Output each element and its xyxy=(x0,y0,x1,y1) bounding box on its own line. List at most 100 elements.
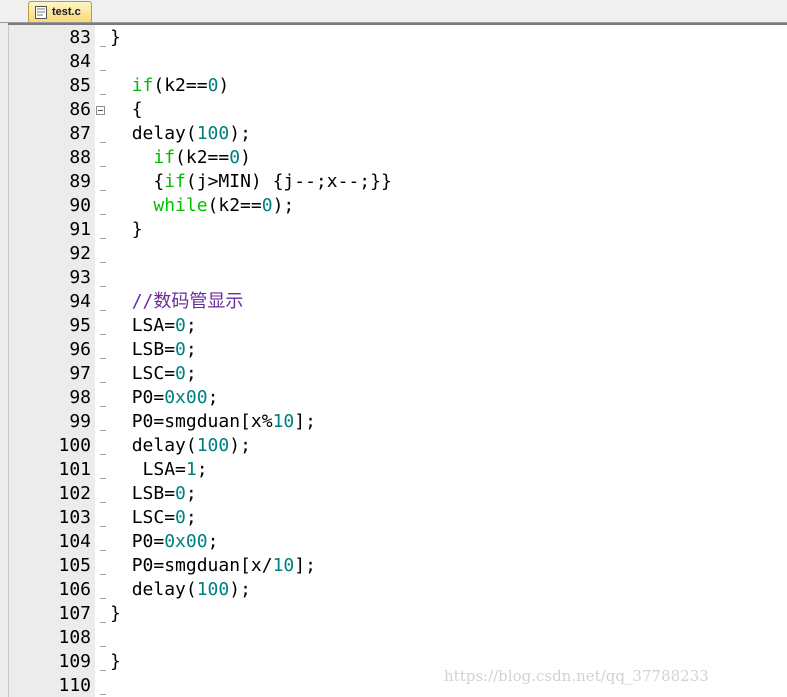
code-line[interactable]: 108 xyxy=(0,626,787,650)
code-line[interactable]: 91 } xyxy=(0,218,787,242)
code-line[interactable]: 85 if(k2==0) xyxy=(0,74,787,98)
code-text: LSA=0; xyxy=(110,314,197,338)
code-line[interactable]: 86 { xyxy=(0,98,787,122)
line-number: 94 xyxy=(69,291,91,312)
code-line[interactable]: 105 P0=smgduan[x/10]; xyxy=(0,554,787,578)
code-line[interactable]: 93 xyxy=(0,266,787,290)
code-token: ) xyxy=(218,75,230,96)
code-token: P0= xyxy=(131,531,165,552)
code-token: ); xyxy=(272,195,295,216)
code-text: } xyxy=(110,650,121,674)
code-line[interactable]: 97 LSC=0; xyxy=(0,362,787,386)
code-line[interactable]: 104 P0=0x00; xyxy=(0,530,787,554)
code-token: P0=smgduan[x% xyxy=(131,411,273,432)
code-token: P0= xyxy=(131,387,165,408)
line-number: 86 xyxy=(69,99,91,120)
code-text: P0=smgduan[x%10]; xyxy=(110,410,316,434)
line-number: 93 xyxy=(69,267,91,288)
code-text: delay(100); xyxy=(110,434,251,458)
code-line[interactable]: 98 P0=0x00; xyxy=(0,386,787,410)
line-number: 104 xyxy=(58,531,91,552)
fold-line-marker xyxy=(100,238,106,239)
code-token: LSA= xyxy=(142,459,186,480)
code-token: (k2== xyxy=(175,147,230,168)
code-token: LSC= xyxy=(131,363,176,384)
line-number: 92 xyxy=(69,243,91,264)
keyword-token: if xyxy=(164,171,186,192)
fold-line-marker xyxy=(100,70,106,71)
code-text: P0=0x00; xyxy=(110,386,219,410)
number-token: 0 xyxy=(229,147,241,168)
code-token: ; xyxy=(185,315,197,336)
code-line[interactable]: 96 LSB=0; xyxy=(0,338,787,362)
code-token: delay( xyxy=(131,435,197,456)
line-number: 99 xyxy=(69,411,91,432)
code-line[interactable]: 83} xyxy=(0,26,787,50)
line-number: 106 xyxy=(58,579,91,600)
number-token: 100 xyxy=(196,435,230,456)
line-number: 85 xyxy=(69,75,91,96)
fold-line-marker xyxy=(100,166,106,167)
code-line[interactable]: 89 {if(j>MIN) {j--;x--;}} xyxy=(0,170,787,194)
watermark: https://blog.csdn.net/qq_37788233 xyxy=(444,667,709,685)
fold-line-marker xyxy=(100,214,106,215)
code-line[interactable]: 107} xyxy=(0,602,787,626)
line-number: 98 xyxy=(69,387,91,408)
number-token: 0 xyxy=(175,339,186,360)
code-token: ; xyxy=(196,459,208,480)
code-token: ; xyxy=(185,483,197,504)
code-line[interactable]: 88 if(k2==0) xyxy=(0,146,787,170)
code-editor[interactable]: 83} 84 85 if(k2==0) 86 {87 delay(100); 88 if… xyxy=(0,23,787,697)
code-line[interactable]: 102 LSB=0; xyxy=(0,482,787,506)
line-number: 109 xyxy=(58,651,91,672)
number-token: 1 xyxy=(185,459,197,480)
fold-line-marker xyxy=(100,406,106,407)
line-number: 101 xyxy=(58,459,91,480)
line-number: 110 xyxy=(58,675,91,696)
code-text: } xyxy=(110,602,121,626)
fold-line-marker xyxy=(100,550,106,551)
line-number: 91 xyxy=(69,219,91,240)
code-text: P0=0x00; xyxy=(110,530,219,554)
code-text: { xyxy=(110,98,143,122)
tab-test-c[interactable]: test.c xyxy=(28,1,92,22)
code-text: LSB=0; xyxy=(110,482,197,506)
number-token: 10 xyxy=(272,555,295,576)
fold-line-marker xyxy=(100,142,106,143)
code-line[interactable]: 84 xyxy=(0,50,787,74)
code-line[interactable]: 87 delay(100); xyxy=(0,122,787,146)
code-line[interactable]: 94 //数码管显示 xyxy=(0,290,787,314)
number-token: 0 xyxy=(175,315,186,336)
code-line[interactable]: 92 xyxy=(0,242,787,266)
code-token: ; xyxy=(207,387,219,408)
code-token: { xyxy=(153,171,165,192)
fold-line-marker xyxy=(100,262,106,263)
code-line[interactable]: 103 LSC=0; xyxy=(0,506,787,530)
code-line[interactable]: 106 delay(100); xyxy=(0,578,787,602)
code-token: } xyxy=(110,651,121,672)
tab-bar: test.c xyxy=(0,0,787,23)
code-line[interactable]: 101 LSA=1; xyxy=(0,458,787,482)
code-line[interactable]: 99 P0=smgduan[x%10]; xyxy=(0,410,787,434)
fold-line-marker xyxy=(100,478,106,479)
fold-line-marker xyxy=(100,286,106,287)
line-number: 97 xyxy=(69,363,91,384)
fold-line-marker xyxy=(100,502,106,503)
comment-token: //数码管显示 xyxy=(131,291,244,312)
fold-line-marker xyxy=(100,310,106,311)
c-file-icon xyxy=(35,5,47,19)
number-token: 100 xyxy=(196,123,230,144)
code-token: P0=smgduan[x/ xyxy=(131,555,273,576)
fold-line-marker xyxy=(100,694,106,695)
code-line[interactable]: 90 while(k2==0); xyxy=(0,194,787,218)
code-line[interactable]: 95 LSA=0; xyxy=(0,314,787,338)
code-token: delay( xyxy=(131,123,197,144)
line-number: 89 xyxy=(69,171,91,192)
code-text: delay(100); xyxy=(110,578,251,602)
line-number: 96 xyxy=(69,339,91,360)
code-line[interactable]: 100 delay(100); xyxy=(0,434,787,458)
code-token: LSB= xyxy=(131,483,176,504)
fold-collapse-icon[interactable] xyxy=(96,106,105,115)
line-number: 103 xyxy=(58,507,91,528)
fold-line-marker xyxy=(100,46,106,47)
